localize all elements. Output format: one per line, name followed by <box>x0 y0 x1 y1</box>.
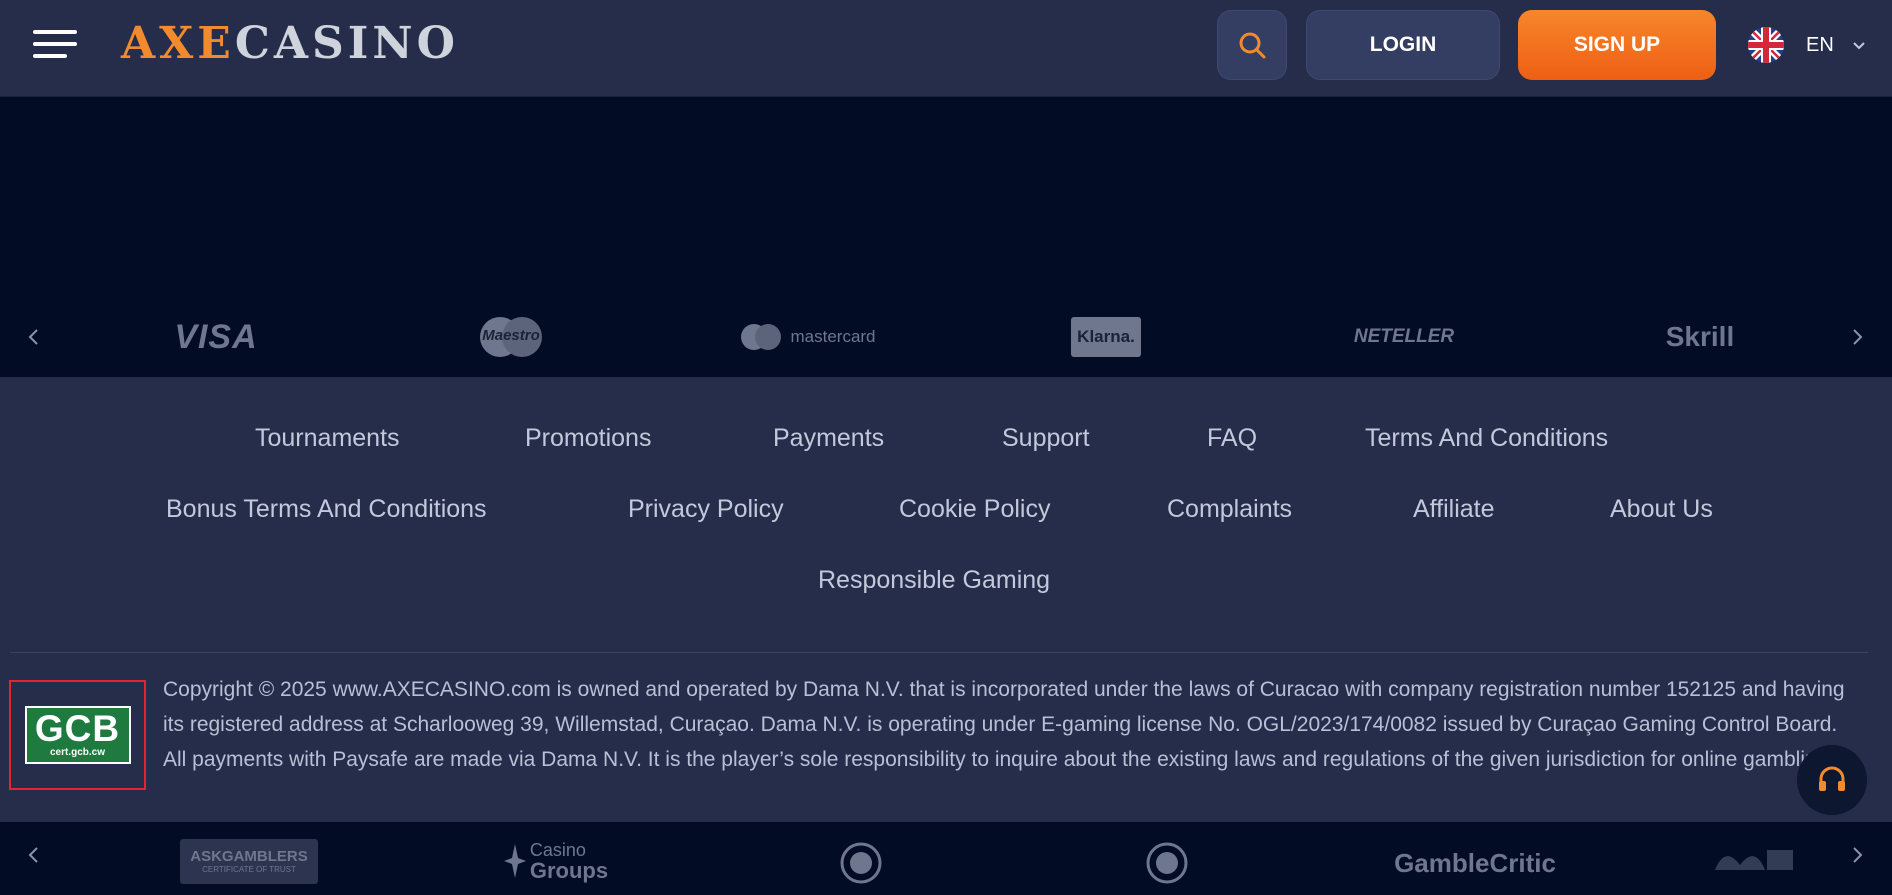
mastercard-label: mastercard <box>790 327 876 346</box>
sparkle-icon <box>503 844 526 878</box>
footer-link-affiliate[interactable]: Affiliate <box>1413 495 1495 524</box>
klarna-logo: Klarna. <box>1071 317 1141 357</box>
partner-logo-partial <box>1705 840 1795 884</box>
footer-link-responsible-gaming[interactable]: Responsible Gaming <box>818 566 1050 595</box>
footer-link-about-us[interactable]: About Us <box>1610 495 1713 524</box>
partners-prev-arrow[interactable] <box>19 840 49 870</box>
payments-next-arrow[interactable] <box>1842 322 1872 352</box>
askgamblers-logo: ASKGAMBLERS CERTIFICATE OF TRUST <box>180 839 318 884</box>
partners-carousel: ASKGAMBLERS CERTIFICATE OF TRUST Casino … <box>0 822 1892 895</box>
logo-casino: CASINO <box>234 17 459 69</box>
footer-link-bonus-terms[interactable]: Bonus Terms And Conditions <box>166 495 487 524</box>
casino-groups-label-2: Groups <box>529 857 609 883</box>
footer-link-terms-and-conditions[interactable]: Terms And Conditions <box>1365 424 1608 453</box>
footer-link-payments[interactable]: Payments <box>773 424 884 453</box>
footer-link-promotions[interactable]: Promotions <box>525 424 651 453</box>
gcb-license-seal[interactable]: GCB cert.gcb.cw <box>9 680 146 790</box>
copyright-text: Copyright © 2025 www.AXECASINO.com is ow… <box>163 678 1845 771</box>
chevron-down-icon <box>1853 42 1865 50</box>
footer-links: Tournaments Promotions Payments Support … <box>0 377 1892 652</box>
gcb-badge: GCB cert.gcb.cw <box>24 706 131 764</box>
top-header: AXE CASINO LOGIN SIGN UP EN <box>0 0 1892 97</box>
skrill-logo: Skrill <box>1665 321 1735 352</box>
footer-divider <box>10 652 1868 653</box>
signup-button[interactable]: SIGN UP <box>1518 10 1716 80</box>
maestro-logo: Maestro <box>475 316 547 358</box>
uk-flag-icon <box>1748 27 1784 63</box>
menu-icon[interactable] <box>33 30 77 58</box>
support-chat-button[interactable] <box>1797 745 1867 815</box>
payment-methods-carousel: VISA Maestro mastercard Klarna. NETELLER… <box>0 300 1892 377</box>
footer-link-tournaments[interactable]: Tournaments <box>255 424 400 453</box>
gcb-title: GCB <box>34 708 121 749</box>
login-button[interactable]: LOGIN <box>1306 10 1500 80</box>
maestro-label: Maestro <box>482 327 540 344</box>
chevron-left-icon <box>28 847 38 863</box>
visa-logo: VISA <box>174 317 258 356</box>
mastercard-logo: mastercard <box>738 322 878 352</box>
site-logo[interactable]: AXE CASINO <box>121 17 459 69</box>
certification-seal-logo <box>840 842 882 884</box>
footer-link-complaints[interactable]: Complaints <box>1167 495 1292 524</box>
gcb-subtitle: cert.gcb.cw <box>49 747 106 758</box>
casino-groups-logo: Casino Groups <box>500 838 612 884</box>
search-button[interactable] <box>1217 10 1287 80</box>
footer-link-faq[interactable]: FAQ <box>1207 424 1257 453</box>
certification-seal-logo-2 <box>1146 842 1188 884</box>
askgamblers-sublabel: CERTIFICATE OF TRUST <box>202 864 296 874</box>
language-label: EN <box>1806 33 1834 56</box>
language-selector[interactable]: EN <box>1748 25 1866 65</box>
partners-next-arrow[interactable] <box>1842 840 1872 870</box>
gamblecritic-logo: GambleCritic <box>1394 847 1556 878</box>
footer-link-privacy-policy[interactable]: Privacy Policy <box>628 495 784 524</box>
logo-axe: AXE <box>121 17 235 69</box>
headset-icon <box>1819 766 1845 791</box>
footer-link-cookie-policy[interactable]: Cookie Policy <box>899 495 1050 524</box>
chevron-right-icon <box>1853 329 1863 345</box>
askgamblers-label: ASKGAMBLERS <box>190 847 308 865</box>
footer-link-support[interactable]: Support <box>1002 424 1090 453</box>
neteller-logo: NETELLER <box>1353 326 1455 347</box>
payments-prev-arrow[interactable] <box>19 322 49 352</box>
chevron-left-icon <box>28 329 38 345</box>
chevron-right-icon <box>1853 847 1863 863</box>
casino-groups-label-1: Casino <box>529 839 586 860</box>
search-icon <box>1239 32 1266 59</box>
